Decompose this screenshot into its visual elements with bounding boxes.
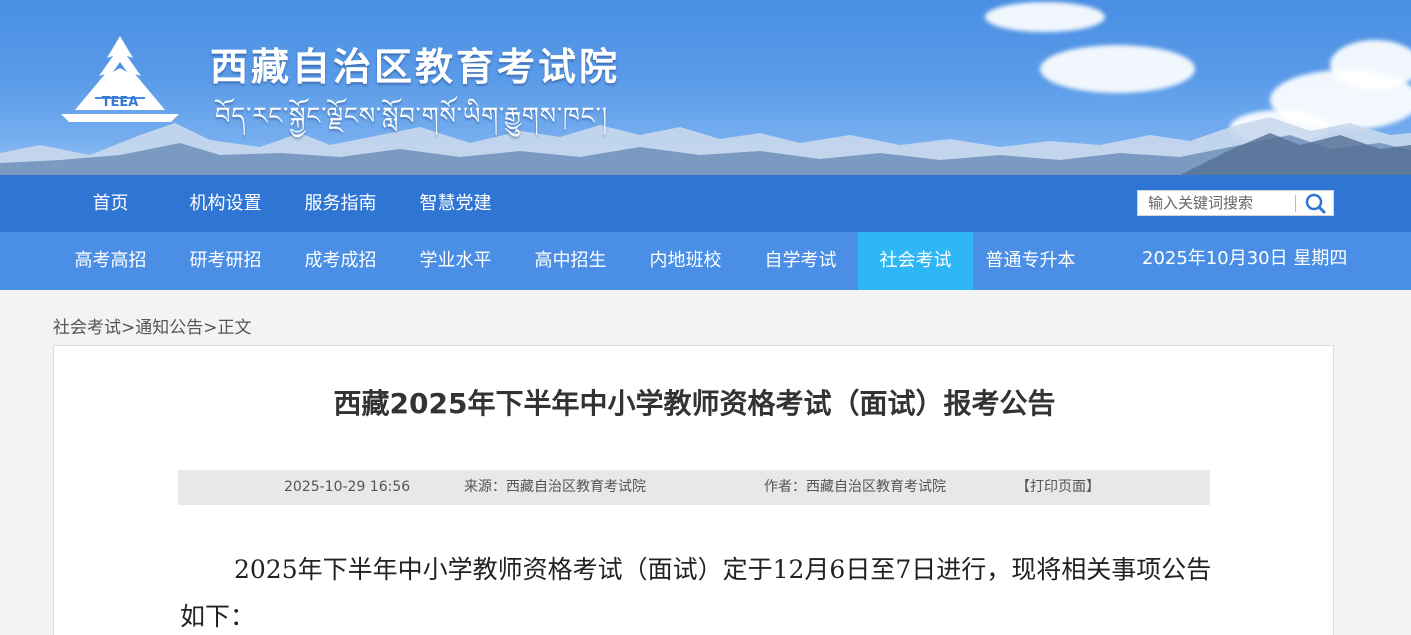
breadcrumb: 社会考试>通知公告>正文 — [53, 313, 252, 338]
cloud-decoration — [985, 2, 1105, 32]
nav-item-gaokao[interactable]: 高考高招 — [53, 232, 168, 290]
secondary-nav: 高考高招 研考研招 成考成招 学业水平 高中招生 内地班校 自学考试 社会考试 … — [0, 232, 1411, 290]
article-source: 来源：西藏自治区教育考试院 — [464, 479, 646, 495]
search-divider — [1295, 195, 1296, 212]
search-box — [1137, 190, 1334, 216]
nav-item-organization[interactable]: 机构设置 — [168, 175, 283, 232]
breadcrumb-item-notice[interactable]: 通知公告 — [135, 318, 203, 338]
nav-item-service-guide[interactable]: 服务指南 — [283, 175, 398, 232]
article-title: 西藏2025年下半年中小学教师资格考试（面试）报考公告 — [333, 387, 1056, 420]
nav-item-xueye[interactable]: 学业水平 — [398, 232, 513, 290]
current-date: 2025年10月30日 星期四 — [1142, 248, 1348, 269]
nav-item-neidi[interactable]: 内地班校 — [628, 232, 743, 290]
nav-item-chengkao[interactable]: 成考成招 — [283, 232, 398, 290]
breadcrumb-separator: > — [121, 318, 136, 338]
nav-item-party-building[interactable]: 智慧党建 — [398, 175, 513, 232]
nav-item-shehui-active[interactable]: 社会考试 — [858, 232, 973, 290]
mountain-range-graphic — [0, 117, 1411, 175]
header-banner: TEEA 西藏自治区教育考试院 བོད་རང་སྐྱོང་ལྗོངས་སློབ་… — [0, 0, 1411, 175]
breadcrumb-separator: > — [203, 318, 218, 338]
article-author: 作者：西藏自治区教育考试院 — [764, 479, 946, 495]
mountain-logo-icon: TEEA — [61, 36, 179, 122]
site-title[interactable]: 西藏自治区教育考试院 — [210, 36, 620, 91]
search-input[interactable] — [1138, 191, 1294, 215]
breadcrumb-item-shehui[interactable]: 社会考试 — [53, 318, 121, 338]
site-subtitle-tibetan: བོད་རང་སྐྱོང་ལྗོངས་སློབ་གསོ་ཡིག་རྒྱུགས་ཁ… — [215, 102, 609, 130]
logo-text: TEEA — [102, 95, 139, 110]
teea-logo[interactable]: TEEA — [55, 32, 185, 124]
cloud-decoration — [1330, 40, 1411, 90]
article-datetime: 2025-10-29 16:56 — [284, 479, 411, 495]
nav-item-gaozhong[interactable]: 高中招生 — [513, 232, 628, 290]
search-icon — [1305, 193, 1326, 214]
search-button[interactable] — [1302, 192, 1330, 214]
nav-item-home[interactable]: 首页 — [53, 175, 168, 232]
article-panel: 西藏2025年下半年中小学教师资格考试（面试）报考公告 2025-10-29 1… — [53, 345, 1334, 635]
breadcrumb-item-current: 正文 — [217, 318, 252, 338]
print-page-link[interactable]: 【打印页面】 — [1016, 470, 1100, 505]
cloud-decoration — [1040, 45, 1195, 93]
article-meta-bar: 2025-10-29 16:56 来源：西藏自治区教育考试院 作者：西藏自治区教… — [178, 470, 1210, 505]
nav-item-zixue[interactable]: 自学考试 — [743, 232, 858, 290]
nav-item-yankao[interactable]: 研考研招 — [168, 232, 283, 290]
article-body-paragraph: 2025年下半年中小学教师资格考试（面试）定于12月6日至7日进行，现将相关事项… — [180, 555, 1212, 631]
nav-item-zhuanshengben[interactable]: 普通专升本 — [973, 232, 1088, 290]
